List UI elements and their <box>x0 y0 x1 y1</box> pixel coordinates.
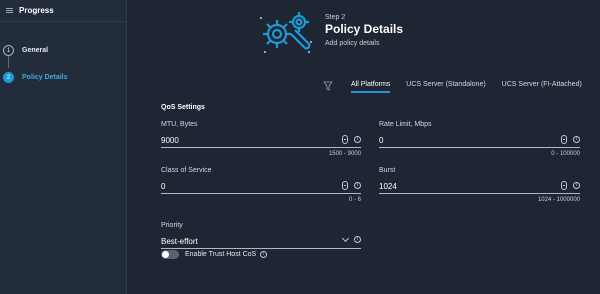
trust-host-cos-label: Enable Trust Host CoS <box>185 251 257 258</box>
burst-range-hint: 1024 - 1000000 <box>537 197 580 203</box>
chevron-down-icon[interactable] <box>341 234 350 242</box>
class-of-service-value: 0 <box>161 181 166 191</box>
progress-sidebar: Progress 1 General 2 Policy Details <box>0 0 127 294</box>
step-label: Policy Details <box>22 74 68 81</box>
main-panel: Step 2 Policy Details Add policy details… <box>128 0 600 294</box>
step-number: 2 <box>3 72 14 83</box>
sidebar-header: Progress <box>0 0 126 22</box>
gears-wrench-icon <box>260 12 312 53</box>
trust-host-cos-row: Enable Trust Host CoS i <box>161 250 268 259</box>
info-icon[interactable]: i <box>354 182 361 189</box>
burst-value: 1024 <box>379 181 397 191</box>
sidebar-title: Progress <box>19 6 54 15</box>
rate-limit-value: 0 <box>379 135 384 145</box>
burst-field: Burst 1024 i 1024 - 1000000 <box>379 167 580 203</box>
mtu-field: MTU, Bytes 9000 i 1500 - 9000 <box>161 121 361 157</box>
class-of-service-field: Class of Service 0 i 0 - 6 <box>161 167 361 203</box>
mtu-range-hint: 1500 - 9000 <box>328 151 361 157</box>
trust-host-cos-toggle[interactable] <box>161 250 179 259</box>
burst-input[interactable]: 1024 i <box>379 179 580 194</box>
priority-field: Priority Best-effort i <box>161 222 361 249</box>
rate-limit-label: Rate Limit, Mbps <box>379 121 432 128</box>
stepper-icon[interactable] <box>561 181 567 190</box>
stepper-icon[interactable] <box>342 135 348 144</box>
info-icon[interactable]: i <box>260 251 268 258</box>
info-icon[interactable]: i <box>354 236 361 243</box>
step-indicator: Step 2 <box>325 14 346 21</box>
qos-section-title: QoS Settings <box>161 104 205 111</box>
mtu-value: 9000 <box>161 135 179 145</box>
mtu-input[interactable]: 9000 i <box>161 133 361 148</box>
step-number: 1 <box>3 45 14 56</box>
priority-label: Priority <box>161 222 183 229</box>
collapse-menu-icon[interactable] <box>6 8 13 13</box>
step-policy-details[interactable]: 2 Policy Details <box>0 64 126 91</box>
priority-select[interactable]: Best-effort i <box>161 234 361 249</box>
rate-limit-input[interactable]: 0 i <box>379 133 580 148</box>
rate-limit-field: Rate Limit, Mbps 0 i 0 - 100000 <box>379 121 580 157</box>
info-icon[interactable]: i <box>354 136 361 143</box>
class-of-service-input[interactable]: 0 i <box>161 179 361 194</box>
tab-ucs-fi-attached[interactable]: UCS Server (FI-Attached) <box>502 81 582 93</box>
step-general[interactable]: 1 General <box>0 37 126 64</box>
class-of-service-range-hint: 0 - 6 <box>348 197 361 203</box>
step-label: General <box>22 47 49 54</box>
info-icon[interactable]: i <box>573 136 580 143</box>
toggle-knob <box>162 251 169 258</box>
mtu-label: MTU, Bytes <box>161 121 198 128</box>
filter-icon[interactable] <box>323 81 333 91</box>
platform-tabs: All Platforms UCS Server (Standalone) UC… <box>351 81 598 93</box>
priority-value: Best-effort <box>161 236 198 246</box>
tab-all-platforms[interactable]: All Platforms <box>351 81 391 93</box>
rate-limit-range-hint: 0 - 100000 <box>551 151 580 157</box>
stepper-icon[interactable] <box>561 135 567 144</box>
burst-label: Burst <box>379 167 396 174</box>
info-icon[interactable]: i <box>573 182 580 189</box>
tab-ucs-standalone[interactable]: UCS Server (Standalone) <box>406 81 485 93</box>
page-subtitle: Add policy details <box>325 40 380 47</box>
page-title: Policy Details <box>325 22 404 36</box>
step-list: 1 General 2 Policy Details <box>0 22 126 91</box>
class-of-service-label: Class of Service <box>161 167 212 174</box>
stepper-icon[interactable] <box>342 181 348 190</box>
